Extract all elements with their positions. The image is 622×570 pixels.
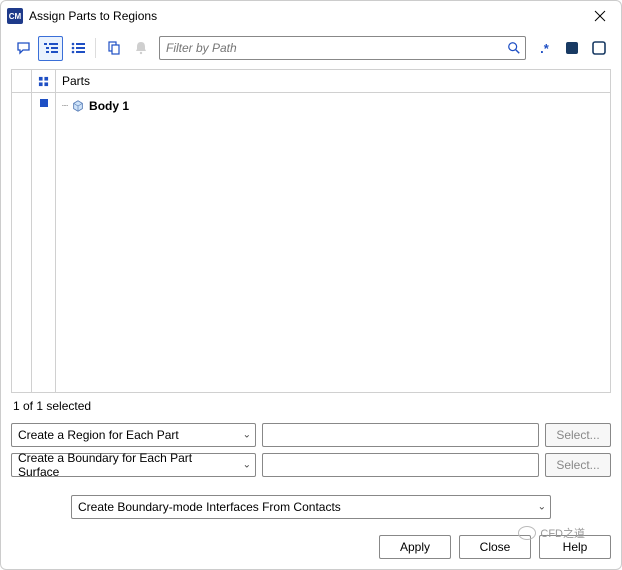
app-icon: CM — [7, 8, 23, 24]
bell-icon — [133, 40, 149, 56]
interface-mode-combo[interactable]: Create Boundary-mode Interfaces From Con… — [71, 495, 551, 519]
tree-list-icon — [43, 40, 59, 56]
region-select-button[interactable]: Select... — [545, 423, 611, 447]
filter-field[interactable] — [159, 36, 526, 60]
tree-header-label[interactable]: Parts — [56, 70, 610, 92]
search-icon[interactable] — [507, 41, 521, 55]
speech-bubble-icon — [16, 40, 32, 56]
close-button[interactable]: Close — [459, 535, 531, 559]
regex-icon: .* — [540, 41, 549, 56]
selection-column-icon — [38, 76, 49, 87]
toolbar-copy-button[interactable] — [101, 36, 126, 61]
window-close-button[interactable] — [587, 3, 613, 29]
toolbar-notify-button — [128, 36, 153, 61]
toolbar-outline-box-button[interactable] — [586, 36, 611, 61]
tree-header-handle[interactable] — [12, 70, 32, 92]
chevron-down-icon: ⌄ — [243, 430, 251, 441]
toolbar-flat-list-button[interactable] — [65, 36, 90, 61]
toolbar-separator — [95, 38, 96, 58]
toolbar-regex-button[interactable]: .* — [532, 36, 557, 61]
toolbar-solid-box-button[interactable] — [559, 36, 584, 61]
toolbar-tree-list-button[interactable] — [38, 36, 63, 61]
boundary-select-button[interactable]: Select... — [545, 453, 611, 477]
filled-square-icon — [564, 40, 580, 56]
tree-selection-column — [32, 93, 56, 392]
outline-square-icon — [591, 40, 607, 56]
chevron-down-icon: ⌄ — [538, 502, 546, 513]
chevron-down-icon: ⌄ — [243, 460, 251, 471]
boundary-name-input[interactable] — [262, 453, 539, 477]
boundary-mode-combo[interactable]: Create a Boundary for Each Part Surface … — [11, 453, 256, 477]
title-bar: CM Assign Parts to Regions — [1, 1, 621, 31]
tree-header: Parts — [11, 69, 611, 93]
flat-list-icon — [70, 40, 86, 56]
window-title: Assign Parts to Regions — [29, 9, 587, 23]
dialog-footer: Apply Close Help — [11, 529, 611, 559]
tree-body: ┈ Body 1 — [11, 93, 611, 393]
boundary-mode-value: Create a Boundary for Each Part Surface — [18, 451, 235, 479]
copy-icon — [106, 40, 122, 56]
region-name-input[interactable] — [262, 423, 539, 447]
toolbar-chat-button[interactable] — [11, 36, 36, 61]
interface-row: Create Boundary-mode Interfaces From Con… — [11, 495, 611, 519]
help-button[interactable]: Help — [539, 535, 611, 559]
tree-header-selection[interactable] — [32, 70, 56, 92]
tree-content[interactable]: ┈ Body 1 — [56, 93, 610, 392]
boundary-row: Create a Boundary for Each Part Surface … — [11, 453, 611, 477]
region-mode-value: Create a Region for Each Part — [18, 428, 179, 442]
region-row: Create a Region for Each Part ⌄ Select..… — [11, 423, 611, 447]
close-icon — [594, 10, 606, 22]
part-icon — [71, 99, 85, 113]
tree-row-label: Body 1 — [89, 99, 129, 113]
filter-input[interactable] — [166, 41, 507, 55]
toolbar: .* — [11, 33, 611, 63]
tree-row-selected-marker[interactable] — [40, 99, 48, 107]
tree-row[interactable]: ┈ Body 1 — [62, 97, 604, 115]
region-mode-combo[interactable]: Create a Region for Each Part ⌄ — [11, 423, 256, 447]
interface-mode-value: Create Boundary-mode Interfaces From Con… — [78, 500, 341, 514]
apply-button[interactable]: Apply — [379, 535, 451, 559]
tree-connector-icon: ┈ — [62, 101, 67, 112]
selection-status: 1 of 1 selected — [11, 393, 611, 423]
tree-gutter — [12, 93, 32, 392]
